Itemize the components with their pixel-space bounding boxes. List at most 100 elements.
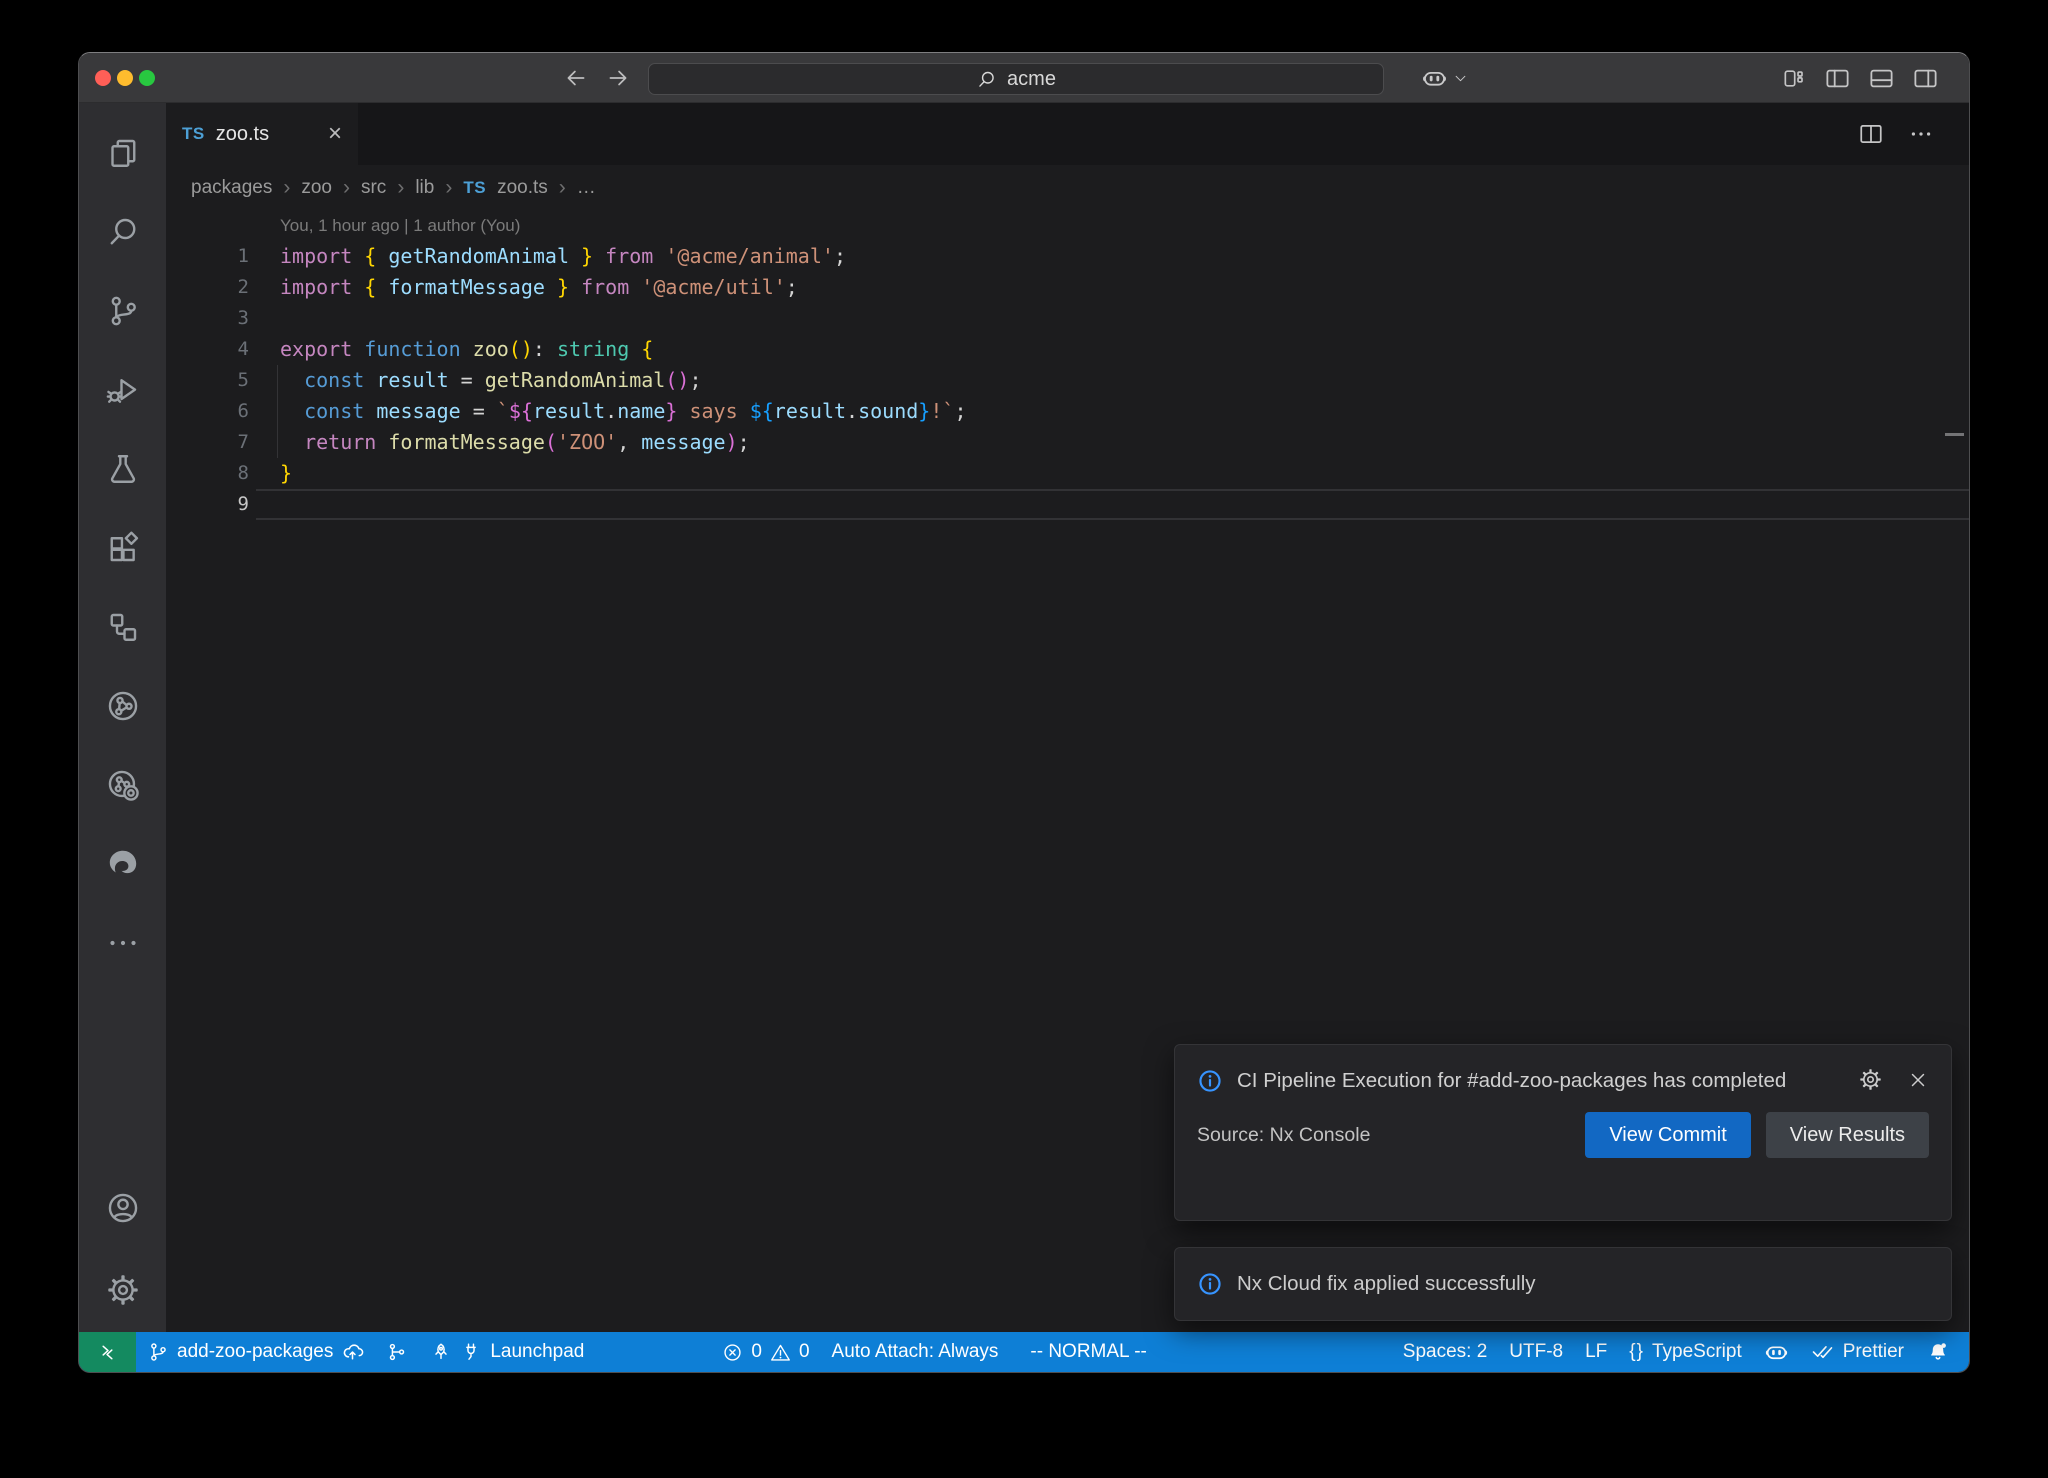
overview-ruler-mark [1945,433,1964,436]
warning-icon [770,1342,791,1363]
code-line[interactable]: 2import { formatMessage } from '@acme/ut… [166,272,1969,303]
notification-close-icon[interactable] [1907,1069,1929,1091]
eol-label: LF [1585,1341,1607,1363]
view-commit-button[interactable]: View Commit [1585,1112,1750,1158]
code-line[interactable]: 4export function zoo(): string { [166,334,1969,365]
warning-count: 0 [799,1341,810,1363]
activity-item-settings-gear[interactable] [99,1266,147,1314]
notification-settings-gear-icon[interactable] [1858,1067,1883,1092]
activity-item-run-debug[interactable] [99,366,147,414]
error-count: 0 [751,1341,762,1363]
chevron-right-icon: › [283,176,290,200]
notification-toast-ci-pipeline: CI Pipeline Execution for #add-zoo-packa… [1174,1044,1952,1221]
branch-name: add-zoo-packages [177,1341,333,1363]
search-icon [105,214,141,250]
close-tab-icon[interactable]: × [328,122,342,146]
minimize-window-button[interactable] [117,70,133,86]
code-line-content: export function zoo(): string { [256,334,1969,365]
toggle-primary-sidebar-icon[interactable] [1824,65,1851,92]
code-line[interactable]: 8} [166,458,1969,489]
breadcrumb-item-zoo[interactable]: zoo [301,177,332,199]
remote-explorer-icon [105,609,141,645]
notification-toast-nx-cloud: Nx Cloud fix applied successfully [1174,1247,1952,1321]
chevron-right-icon: › [343,176,350,200]
view-results-button[interactable]: View Results [1766,1112,1929,1158]
activity-item-nx-console[interactable] [99,682,147,730]
activity-item-search[interactable] [99,208,147,256]
title-bar: acme [79,53,1969,103]
auto-attach-label: Auto Attach: Always [832,1341,999,1363]
breadcrumb-item-lib[interactable]: lib [415,177,434,199]
customize-layout-icon[interactable] [1782,66,1807,91]
remote-icon [96,1341,119,1364]
copilot-menu[interactable] [1421,53,1468,103]
code-line[interactable]: 6 const message = `${result.name} says $… [166,396,1969,427]
back-icon[interactable] [563,65,589,91]
files-icon [105,135,141,171]
activity-item-more[interactable] [99,919,147,967]
language-mode-item[interactable]: {} TypeScript [1618,1332,1752,1372]
command-center-search[interactable]: acme [648,63,1384,95]
breadcrumb-item-src[interactable]: src [361,177,386,199]
launchpad-label: Launchpad [490,1341,584,1363]
line-number: 8 [166,458,256,489]
language-label: TypeScript [1652,1341,1742,1363]
search-value: acme [1007,68,1056,91]
activity-item-edge-browser[interactable] [99,840,147,888]
run-debug-icon [105,372,141,408]
line-number: 6 [166,396,256,427]
encoding-item[interactable]: UTF-8 [1498,1332,1574,1372]
split-editor-icon[interactable] [1858,121,1884,147]
notifications-bell-item[interactable] [1915,1332,1961,1372]
activity-item-extensions[interactable] [99,524,147,572]
copilot-status-item[interactable] [1753,1332,1800,1372]
vim-mode-item[interactable]: -- NORMAL -- [1019,1332,1157,1372]
git-branch-icon [147,1341,169,1363]
code-line[interactable]: 9 [166,489,1969,520]
auto-attach-item[interactable]: Auto Attach: Always [821,1332,1010,1372]
breadcrumb-item-packages[interactable]: packages [191,177,272,199]
tab-zoo-ts[interactable]: TS zoo.ts × [166,103,358,165]
activity-bar [79,103,166,1332]
breadcrumb-item-file[interactable]: zoo.ts [497,177,548,199]
code-line-content: import { getRandomAnimal } from '@acme/a… [256,241,1969,272]
git-branch-item[interactable]: add-zoo-packages [136,1332,375,1372]
forward-icon[interactable] [605,65,631,91]
code-line[interactable]: 7 return formatMessage('ZOO', message); [166,427,1969,458]
activity-item-files[interactable] [99,129,147,177]
eol-item[interactable]: LF [1574,1332,1618,1372]
line-number: 9 [166,489,256,520]
activity-item-account[interactable] [99,1184,147,1232]
zoom-window-button[interactable] [139,70,155,86]
chevron-right-icon: › [397,176,404,200]
formatter-item[interactable]: Prettier [1800,1332,1915,1372]
remote-indicator[interactable] [79,1332,136,1372]
activity-item-remote-explorer[interactable] [99,603,147,651]
tab-bar: TS zoo.ts × [166,103,1969,165]
toggle-secondary-sidebar-icon[interactable] [1912,65,1939,92]
activity-item-nx-cloud[interactable] [99,761,147,809]
code-line-content: return formatMessage('ZOO', message); [256,427,1969,458]
git-graph-icon [386,1341,408,1363]
toggle-panel-icon[interactable] [1868,65,1895,92]
code-line[interactable]: 5 const result = getRandomAnimal(); [166,365,1969,396]
git-graph-item[interactable] [375,1332,419,1372]
activity-item-source-control[interactable] [99,287,147,335]
chevron-right-icon: › [445,176,452,200]
notification-source: Source: Nx Console [1197,1124,1370,1147]
indentation-item[interactable]: Spaces: 2 [1392,1332,1499,1372]
more-actions-icon[interactable] [1908,121,1934,147]
activity-item-testing[interactable] [99,445,147,493]
copilot-icon [1421,65,1448,92]
breadcrumb-overflow[interactable]: … [577,177,596,199]
code-editor[interactable]: 1import { getRandomAnimal } from '@acme/… [166,241,1969,520]
testing-icon [105,451,141,487]
breadcrumb: packages › zoo › src › lib › TS zoo.ts ›… [166,165,1969,211]
code-line[interactable]: 3 [166,303,1969,334]
code-line-content: const message = `${result.name} says ${r… [256,396,1969,427]
problems-item[interactable]: 0 0 [711,1332,820,1372]
launchpad-item[interactable]: Launchpad [419,1332,595,1372]
typescript-file-icon: TS [182,124,205,144]
code-line[interactable]: 1import { getRandomAnimal } from '@acme/… [166,241,1969,272]
close-window-button[interactable] [95,70,111,86]
